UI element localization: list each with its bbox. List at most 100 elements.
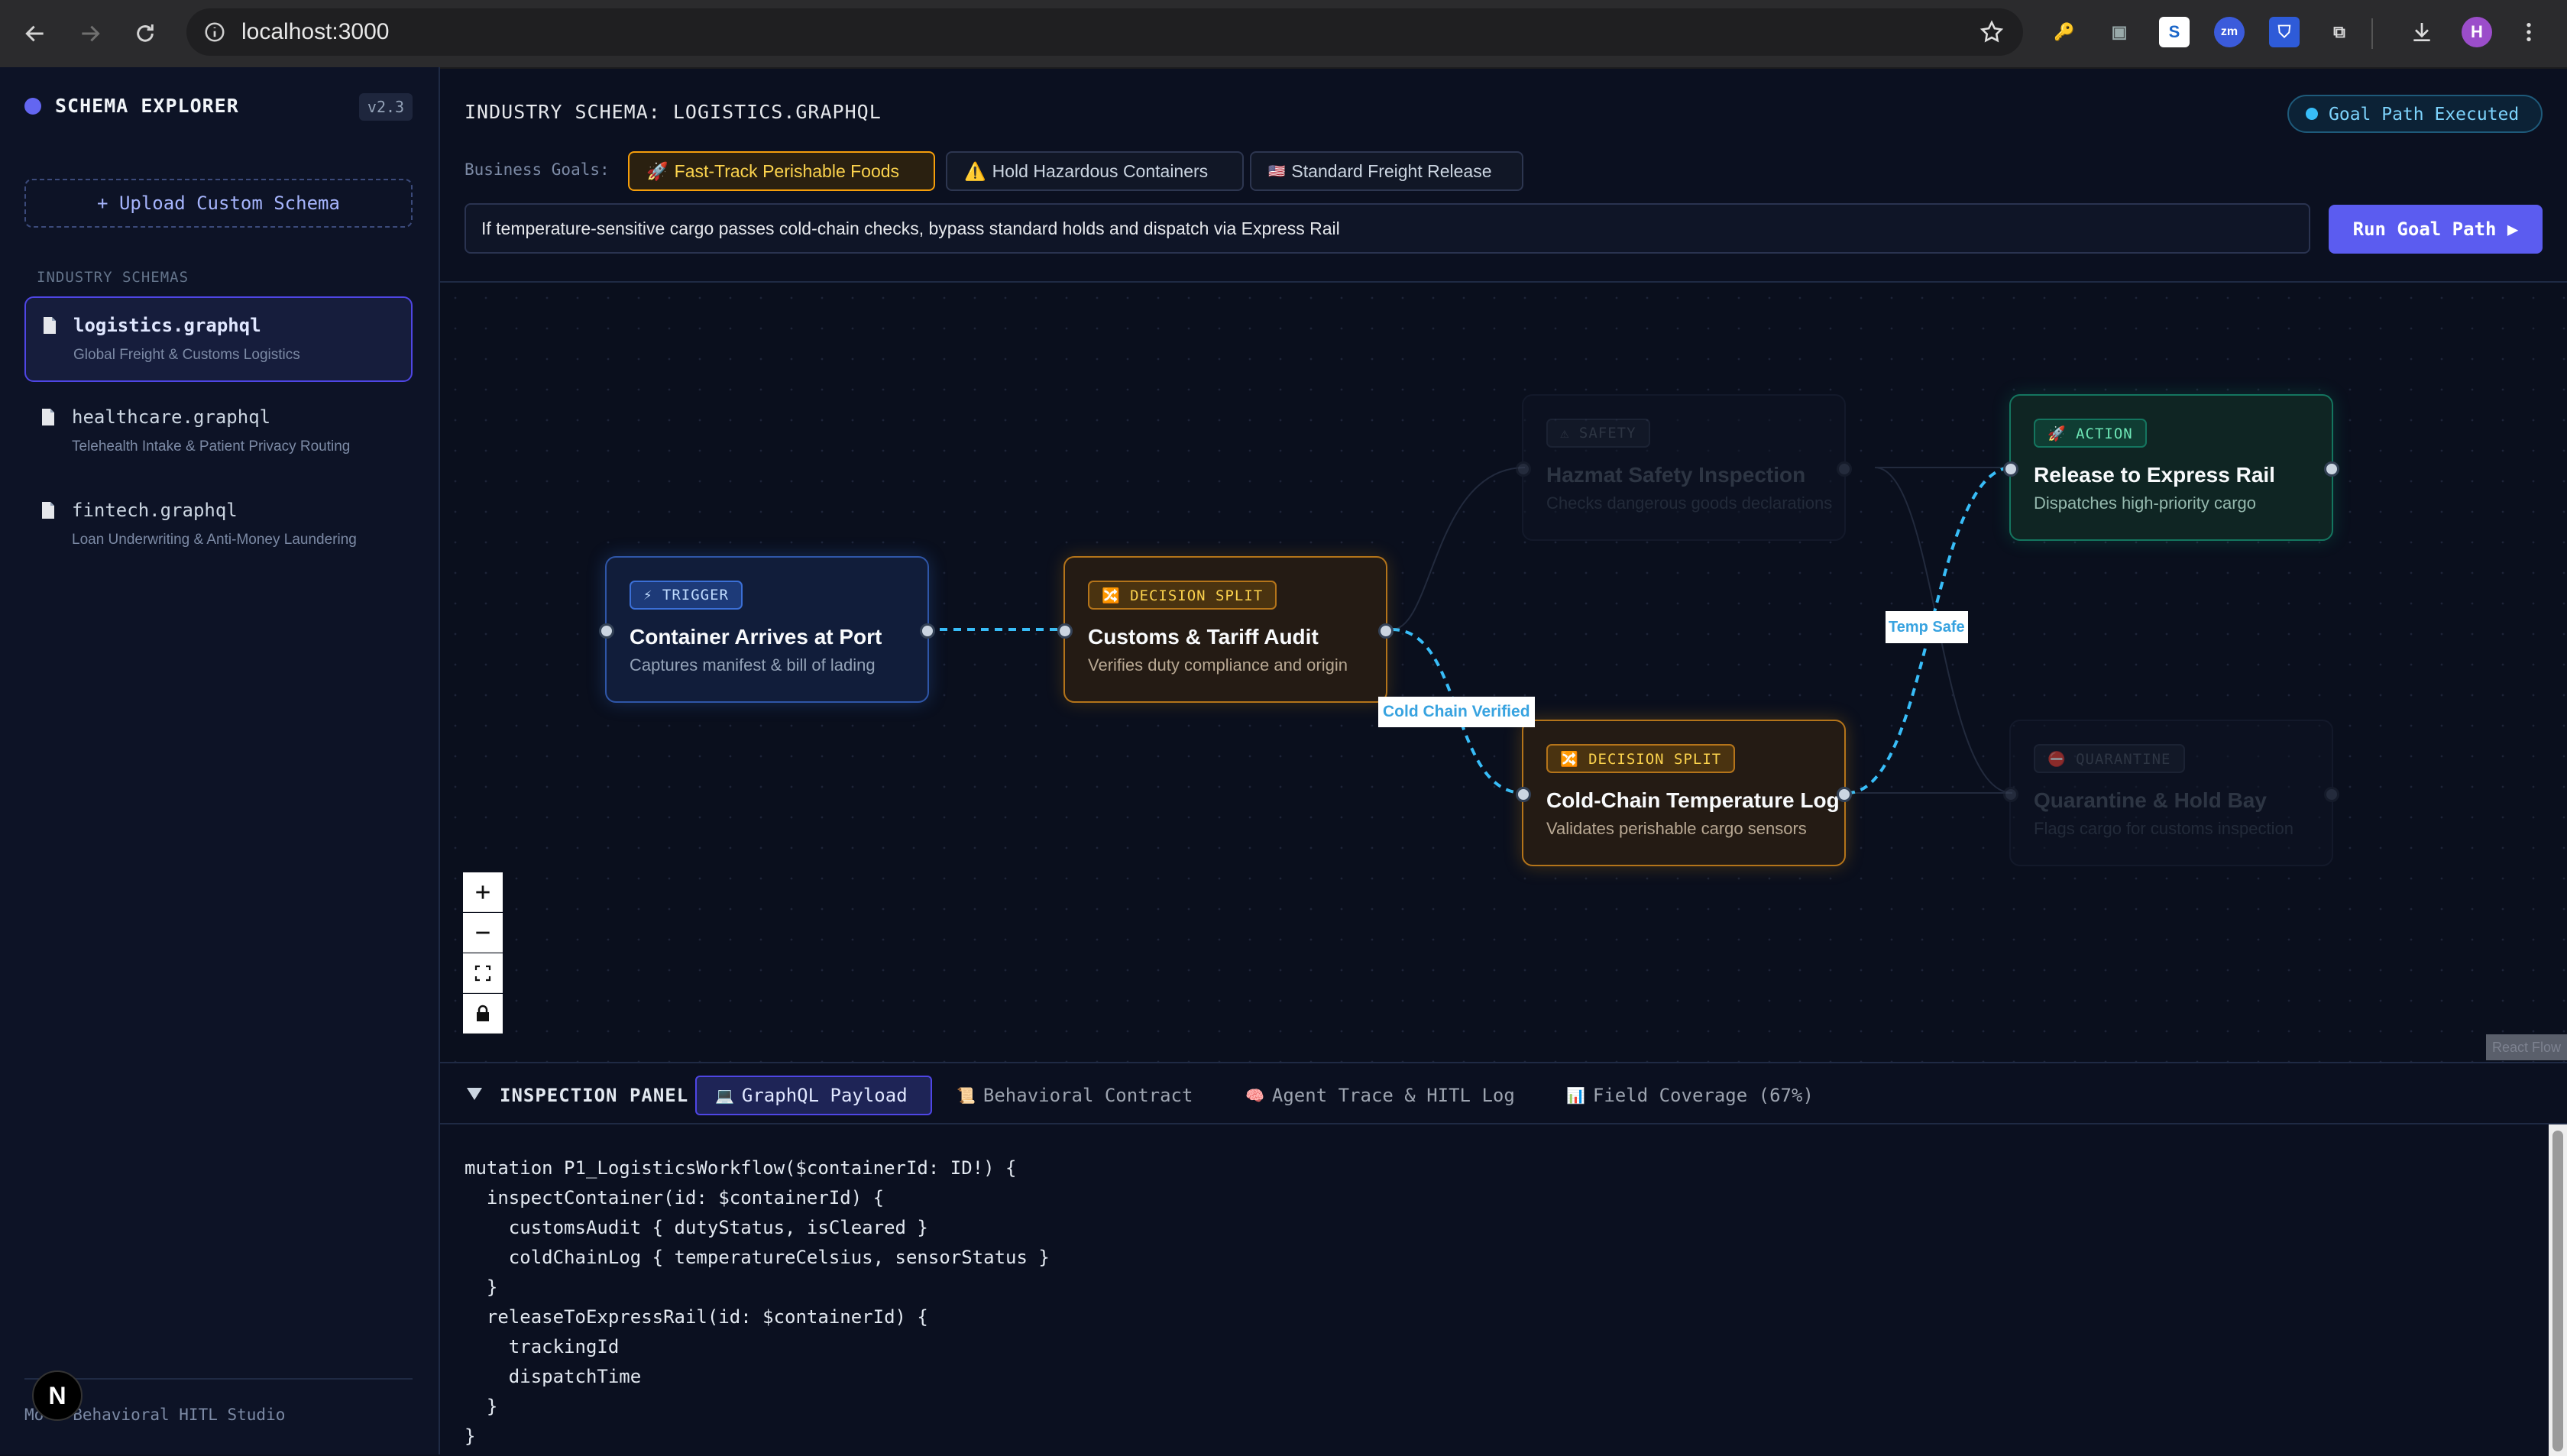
- goal-label: Standard Freight Release: [1291, 160, 1492, 181]
- us-flag-icon: 🇺🇸: [1268, 163, 1286, 179]
- panel-title: INSPECTION PANEL: [500, 1085, 689, 1106]
- password-extension-icon[interactable]: 🔑: [2049, 17, 2080, 47]
- forward-icon[interactable]: [70, 14, 110, 53]
- zoom-out-icon[interactable]: [463, 913, 503, 953]
- node-customs[interactable]: 🔀 DECISION SPLIT Customs & Tariff Audit …: [1057, 556, 1394, 703]
- goal-fast-track-button[interactable]: 🚀 Fast-Track Perishable Foods: [628, 151, 935, 191]
- node-tag: ⛔ QUARANTINE: [2034, 744, 2185, 773]
- schema-item-fintech[interactable]: fintech.graphql Loan Underwriting & Anti…: [24, 483, 413, 568]
- tab-field-coverage[interactable]: 📊 Field Coverage (67%): [1548, 1076, 1832, 1115]
- node-input-handle[interactable]: [2003, 787, 2018, 802]
- node-coldchain[interactable]: 🔀 DECISION SPLIT Cold-Chain Temperature …: [1516, 720, 1852, 866]
- site-info-icon[interactable]: [203, 21, 226, 47]
- node-title: Container Arrives at Port: [630, 625, 882, 649]
- toolbar-divider: [2371, 18, 2373, 49]
- node-output-handle[interactable]: [2324, 461, 2339, 477]
- section-title: INDUSTRY SCHEMAS: [37, 269, 189, 286]
- node-subtitle: Flags cargo for customs inspection: [2034, 819, 2293, 838]
- fit-view-icon[interactable]: [463, 953, 503, 993]
- tab-behavioral-contract[interactable]: 📜 Behavioral Contract: [938, 1076, 1211, 1115]
- rocket-icon: 🚀: [646, 160, 668, 181]
- sidebar-footer-divider: [24, 1378, 413, 1380]
- node-input-handle[interactable]: [599, 623, 614, 639]
- menu-kebab-icon[interactable]: [2514, 17, 2544, 47]
- node-output-handle[interactable]: [1837, 461, 1852, 477]
- extensions-puzzle-icon[interactable]: ⧉: [2324, 17, 2355, 47]
- collapse-triangle-icon[interactable]: [466, 1086, 483, 1105]
- status-text: Goal Path Executed: [2329, 105, 2520, 125]
- bookmark-star-icon[interactable]: [1979, 19, 2005, 49]
- node-output-handle[interactable]: [1837, 787, 1852, 802]
- tab-graphql-payload[interactable]: 💻 GraphQL Payload: [695, 1076, 932, 1115]
- node-title: Customs & Tariff Audit: [1088, 625, 1319, 649]
- lock-icon[interactable]: [463, 994, 503, 1034]
- upload-schema-button[interactable]: + Upload Custom Schema: [24, 179, 413, 228]
- node-input-handle[interactable]: [1057, 623, 1073, 639]
- goal-input[interactable]: If temperature-sensitive cargo passes co…: [465, 203, 2310, 254]
- screen-extension-icon[interactable]: ▣: [2104, 17, 2135, 47]
- schema-item-healthcare[interactable]: healthcare.graphql Telehealth Intake & P…: [24, 390, 413, 475]
- reload-icon[interactable]: [125, 14, 165, 53]
- node-tag: 🚀 ACTION: [2034, 419, 2147, 448]
- graphql-code-block[interactable]: mutation P1_LogisticsWorkflow($container…: [465, 1153, 1050, 1451]
- schema-name: logistics.graphql: [73, 315, 261, 336]
- node-tag: 🔀 DECISION SPLIT: [1088, 581, 1277, 610]
- node-tag: ⚡ TRIGGER: [630, 581, 743, 610]
- node-title: Release to Express Rail: [2034, 463, 2275, 487]
- run-goal-path-button[interactable]: Run Goal Path ▶: [2329, 205, 2543, 254]
- schema-name: fintech.graphql: [72, 500, 238, 521]
- brand-title: SCHEMA EXPLORER: [55, 95, 239, 117]
- brand-dot-icon: [24, 98, 41, 115]
- address-bar[interactable]: localhost:3000: [186, 8, 2023, 56]
- code-scrollbar[interactable]: [2549, 1124, 2567, 1456]
- node-release[interactable]: 🚀 ACTION Release to Express Rail Dispatc…: [2003, 394, 2339, 541]
- node-title: Quarantine & Hold Bay: [2034, 788, 2267, 812]
- node-output-handle[interactable]: [920, 623, 935, 639]
- node-quarantine[interactable]: ⛔ QUARANTINE Quarantine & Hold Bay Flags…: [2003, 720, 2339, 866]
- code-scrollbar-thumb[interactable]: [2552, 1131, 2563, 1451]
- nextjs-dev-badge[interactable]: N: [32, 1370, 83, 1421]
- edge-label-cold-chain: Cold Chain Verified: [1378, 697, 1535, 727]
- tab-label: GraphQL Payload: [741, 1085, 908, 1106]
- node-subtitle: Checks dangerous goods declarations: [1546, 493, 1833, 513]
- node-input-handle[interactable]: [1516, 461, 1531, 477]
- node-subtitle: Validates perishable cargo sensors: [1546, 819, 1807, 838]
- zoom-in-icon[interactable]: [463, 872, 503, 912]
- tab-agent-trace[interactable]: 🧠 Agent Trace & HITL Log: [1227, 1076, 1533, 1115]
- goal-input-text[interactable]: If temperature-sensitive cargo passes co…: [481, 218, 1340, 239]
- schema-desc: Telehealth Intake & Patient Privacy Rout…: [72, 438, 351, 455]
- panel-divider: [440, 1123, 2567, 1124]
- version-badge: v2.3: [359, 93, 413, 121]
- profile-avatar[interactable]: H: [2462, 17, 2492, 47]
- node-output-handle[interactable]: [2324, 787, 2339, 802]
- status-badge: Goal Path Executed: [2287, 95, 2543, 133]
- schema-desc: Global Freight & Customs Logistics: [73, 347, 300, 363]
- back-icon[interactable]: [15, 14, 55, 53]
- zm-extension-icon[interactable]: zm: [2214, 17, 2245, 47]
- shield-extension-icon[interactable]: ⛉: [2269, 17, 2300, 47]
- s-extension-icon[interactable]: S: [2159, 17, 2190, 47]
- goals-label: Business Goals:: [465, 160, 610, 179]
- node-tag: ⚠ SAFETY: [1546, 419, 1650, 448]
- node-trigger[interactable]: ⚡ TRIGGER Container Arrives at Port Capt…: [599, 556, 935, 703]
- downloads-icon[interactable]: [2407, 17, 2437, 47]
- inspection-panel: INSPECTION PANEL 💻 GraphQL Payload 📜 Beh…: [440, 1062, 2567, 1456]
- laptop-icon: 💻: [715, 1086, 734, 1105]
- react-flow-attribution[interactable]: React Flow: [2485, 1034, 2567, 1060]
- warning-icon: ⚠️: [964, 160, 986, 181]
- goal-hold-hazardous-button[interactable]: ⚠️ Hold Hazardous Containers: [946, 151, 1244, 191]
- node-input-handle[interactable]: [1516, 787, 1531, 802]
- node-output-handle[interactable]: [1378, 623, 1394, 639]
- url-text[interactable]: localhost:3000: [241, 19, 389, 45]
- status-dot-icon: [2306, 108, 2318, 120]
- tab-label: Behavioral Contract: [982, 1085, 1193, 1106]
- flow-canvas[interactable]: ⚡ TRIGGER Container Arrives at Port Capt…: [440, 283, 2567, 1062]
- file-icon: [42, 502, 54, 519]
- schema-item-logistics[interactable]: logistics.graphql Global Freight & Custo…: [24, 296, 413, 382]
- node-hazmat[interactable]: ⚠ SAFETY Hazmat Safety Inspection Checks…: [1516, 394, 1852, 541]
- node-subtitle: Verifies duty compliance and origin: [1088, 655, 1348, 675]
- scroll-icon: 📜: [957, 1086, 976, 1105]
- schema-name: healthcare.graphql: [72, 406, 271, 428]
- goal-standard-freight-button[interactable]: 🇺🇸 Standard Freight Release: [1250, 151, 1523, 191]
- node-input-handle[interactable]: [2003, 461, 2018, 477]
